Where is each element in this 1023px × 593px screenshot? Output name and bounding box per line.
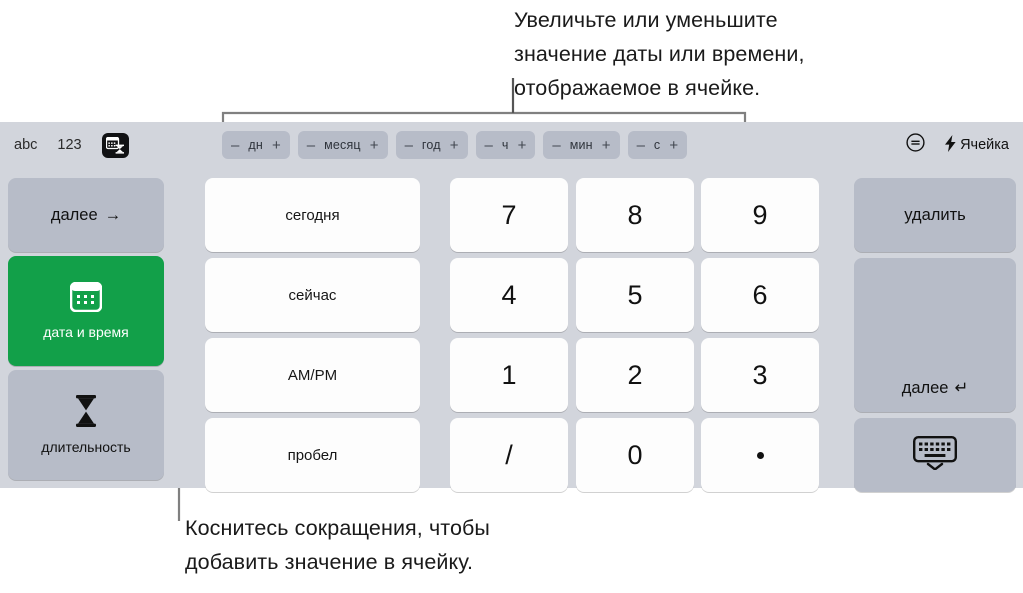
arrow-right-icon: → bbox=[104, 205, 122, 224]
numpad-key-label: 5 bbox=[627, 279, 643, 310]
cell-format-label: Ячейка bbox=[960, 137, 1009, 153]
stepper-plus-button[interactable]: + bbox=[518, 138, 527, 153]
left-key-duration[interactable]: длительность bbox=[8, 370, 164, 480]
numpad-key-8[interactable]: 8 bbox=[576, 178, 694, 252]
stepper-месяц: – месяц + bbox=[297, 131, 388, 159]
return-arrow-icon: ↵ bbox=[954, 379, 969, 397]
keyboard-keys-area: далее → дата и время длительность сегодня сей… bbox=[0, 168, 1023, 492]
shortcut-key-label: сегодня bbox=[285, 206, 340, 224]
stepper-plus-button[interactable]: + bbox=[370, 138, 379, 153]
stepper-minus-button[interactable]: – bbox=[231, 138, 239, 153]
stepper-label: с bbox=[653, 138, 661, 152]
datetime-keypad-icon[interactable] bbox=[101, 132, 129, 158]
numpad-key-slash[interactable]: / bbox=[450, 418, 568, 492]
datetime-keyboard-panel: abc 123 – дн + – месяц + – год + – ч + –… bbox=[0, 122, 1023, 492]
stepper-год: – год + bbox=[395, 131, 468, 159]
stepper-plus-button[interactable]: + bbox=[450, 138, 459, 153]
stepper-дн: – дн + bbox=[222, 131, 290, 159]
stepper-ч: – ч + bbox=[475, 131, 536, 159]
calendar-icon bbox=[69, 281, 103, 317]
numpad-key-9[interactable]: 9 bbox=[701, 178, 819, 252]
left-key-next[interactable]: далее → bbox=[8, 178, 164, 252]
stepper-plus-button[interactable]: + bbox=[272, 138, 281, 153]
stepper-minus-button[interactable]: – bbox=[405, 138, 413, 153]
circled-equals-icon[interactable] bbox=[906, 133, 925, 157]
shortcut-key-label: сейчас bbox=[288, 286, 337, 304]
stepper-plus-button[interactable]: + bbox=[669, 138, 678, 153]
shortcut-key-label: AM/PM bbox=[287, 366, 338, 384]
delete-key-label: удалить bbox=[904, 205, 966, 224]
numpad-key-label: 7 bbox=[501, 199, 517, 230]
numpad-key-3[interactable]: 3 bbox=[701, 338, 819, 412]
keyboard-toolbar: abc 123 – дн + – месяц + – год + – ч + –… bbox=[0, 122, 1023, 168]
stepper-minus-button[interactable]: – bbox=[307, 138, 315, 153]
numpad-key-label: 9 bbox=[752, 199, 768, 230]
stepper-plus-button[interactable]: + bbox=[602, 138, 611, 153]
stepper-minus-button[interactable]: – bbox=[552, 138, 560, 153]
numpad-key-label: 8 bbox=[627, 199, 643, 230]
numpad-key-1[interactable]: 1 bbox=[450, 338, 568, 412]
numpad-key-0[interactable]: 0 bbox=[576, 418, 694, 492]
delete-key[interactable]: удалить bbox=[854, 178, 1016, 252]
shortcut-key-now[interactable]: сейчас bbox=[205, 258, 420, 332]
toolbar-left-group: abc 123 bbox=[14, 122, 129, 168]
hourglass-icon bbox=[74, 395, 98, 432]
shortcut-key-ampm[interactable]: AM/PM bbox=[205, 338, 420, 412]
stepper-group: – дн + – месяц + – год + – ч + – мин + – с + bbox=[222, 122, 688, 168]
screenshot-root: Увеличьте или уменьшите значение даты ил… bbox=[0, 0, 1023, 593]
shortcut-key-space[interactable]: пробел bbox=[205, 418, 420, 492]
left-key-label: дата и время bbox=[43, 324, 129, 340]
stepper-label: год bbox=[421, 138, 441, 152]
stepper-label: мин bbox=[569, 138, 593, 152]
numpad-key-decimal[interactable] bbox=[701, 418, 819, 492]
shortcut-key-label: пробел bbox=[287, 446, 338, 464]
numpad-key-label: / bbox=[505, 439, 513, 470]
decimal-dot-icon bbox=[756, 451, 764, 459]
numpad-key-label: 2 bbox=[627, 359, 643, 390]
left-key-label: далее bbox=[50, 205, 98, 224]
abc-mode-button[interactable]: abc bbox=[14, 137, 37, 153]
next-key-label: далее bbox=[901, 378, 949, 397]
left-key-label: длительность bbox=[41, 439, 131, 455]
stepper-label: месяц bbox=[324, 138, 361, 152]
numpad-key-label: 0 bbox=[627, 439, 643, 470]
stepper-minus-button[interactable]: – bbox=[485, 138, 493, 153]
numpad-key-label: 4 bbox=[501, 279, 517, 310]
stepper-мин: – мин + bbox=[543, 131, 620, 159]
hide-keyboard-icon bbox=[913, 435, 957, 475]
numpad-key-5[interactable]: 5 bbox=[576, 258, 694, 332]
shortcut-key-today[interactable]: сегодня bbox=[205, 178, 420, 252]
stepper-с: – с + bbox=[627, 131, 688, 159]
hide-keyboard-key[interactable] bbox=[854, 418, 1016, 492]
left-key-date-time[interactable]: дата и время bbox=[8, 256, 164, 366]
lightning-bolt-icon bbox=[945, 134, 956, 156]
numpad-key-2[interactable]: 2 bbox=[576, 338, 694, 412]
numpad-key-7[interactable]: 7 bbox=[450, 178, 568, 252]
numeric-mode-button[interactable]: 123 bbox=[57, 137, 81, 153]
stepper-label: ч bbox=[501, 138, 509, 152]
numpad-key-label: 1 bbox=[501, 359, 517, 390]
numpad-key-4[interactable]: 4 bbox=[450, 258, 568, 332]
next-key[interactable]: далее ↵ bbox=[854, 258, 1016, 412]
stepper-label: дн bbox=[248, 138, 263, 152]
stepper-minus-button[interactable]: – bbox=[637, 138, 645, 153]
cell-format-button[interactable]: Ячейка bbox=[945, 134, 1009, 156]
numpad-key-label: 3 bbox=[752, 359, 768, 390]
numpad-key-6[interactable]: 6 bbox=[701, 258, 819, 332]
numpad-key-label: 6 bbox=[752, 279, 768, 310]
toolbar-right-group: Ячейка bbox=[906, 122, 1009, 168]
